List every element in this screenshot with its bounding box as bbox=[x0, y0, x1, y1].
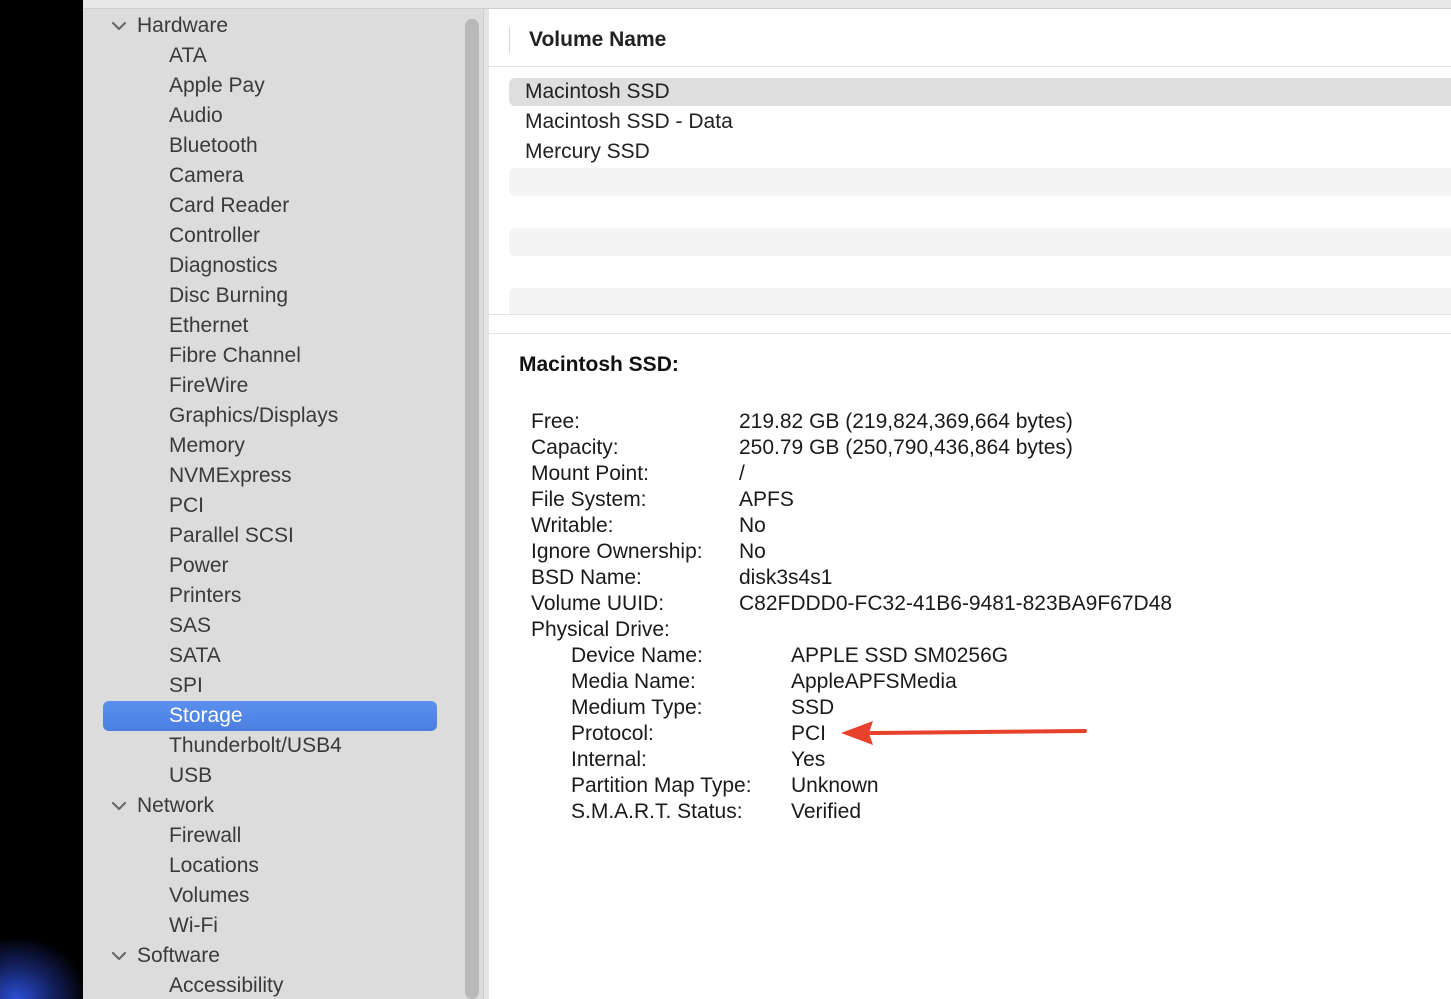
volume-row[interactable]: Mercury SSD bbox=[509, 138, 1451, 166]
sidebar-item-audio[interactable]: Audio bbox=[83, 101, 463, 131]
drive-value-device-name: APPLE SSD SM0256G bbox=[791, 644, 1009, 667]
arrow-left-icon bbox=[841, 721, 1087, 745]
sidebar-item-camera[interactable]: Camera bbox=[83, 161, 463, 191]
drive-value-partition-map-type: Unknown bbox=[791, 774, 879, 797]
sidebar-group-label: Network bbox=[137, 794, 215, 817]
field-value-mount-point: / bbox=[739, 462, 745, 485]
drive-label-device-name: Device Name: bbox=[571, 644, 703, 667]
drive-label-smart-status: S.M.A.R.T. Status: bbox=[571, 800, 743, 823]
field-label-ignore-ownership: Ignore Ownership: bbox=[531, 540, 703, 563]
sidebar-item-printers[interactable]: Printers bbox=[83, 581, 463, 611]
detail-title: Macintosh SSD: bbox=[519, 353, 679, 376]
sidebar-item-graphics-displays[interactable]: Graphics/Displays bbox=[83, 401, 463, 431]
field-label-mount-point: Mount Point: bbox=[531, 462, 649, 485]
window-top-edge bbox=[83, 0, 1451, 9]
sidebar-item-parallel-scsi[interactable]: Parallel SCSI bbox=[83, 521, 463, 551]
field-label-bsd-name: BSD Name: bbox=[531, 566, 642, 589]
sidebar-item-power[interactable]: Power bbox=[83, 551, 463, 581]
volume-list-header[interactable]: Volume Name bbox=[489, 9, 1451, 67]
chevron-down-icon[interactable] bbox=[109, 11, 129, 41]
field-label-file-system: File System: bbox=[531, 488, 647, 511]
sidebar-item-spi[interactable]: SPI bbox=[83, 671, 463, 701]
sidebar-item-sata[interactable]: SATA bbox=[83, 641, 463, 671]
drive-label-medium-type: Medium Type: bbox=[571, 696, 703, 719]
drive-value-medium-type: SSD bbox=[791, 696, 835, 719]
field-value-volume-uuid: C82FDDD0-FC32-41B6-9481-823BA9F67D48 bbox=[739, 592, 1173, 615]
sidebar-item-bluetooth[interactable]: Bluetooth bbox=[83, 131, 463, 161]
sidebar-group-label: Hardware bbox=[137, 14, 229, 37]
drive-label-media-name: Media Name: bbox=[571, 670, 696, 693]
drive-value-protocol: PCI bbox=[791, 722, 827, 745]
sidebar-item-sas[interactable]: SAS bbox=[83, 611, 463, 641]
column-separator bbox=[509, 27, 510, 53]
field-value-capacity: 250.79 GB (250,790,436,864 bytes) bbox=[739, 436, 1073, 459]
sidebar-group-label: Software bbox=[137, 944, 220, 967]
sidebar-item-locations[interactable]: Locations bbox=[83, 851, 463, 881]
drive-label-protocol: Protocol: bbox=[571, 722, 654, 745]
field-label-volume-uuid: Volume UUID: bbox=[531, 592, 665, 615]
sidebar: Hardware ATA Apple Pay Audio Bluetooth C… bbox=[83, 9, 483, 999]
sidebar-item-wi-fi[interactable]: Wi-Fi bbox=[83, 911, 463, 941]
chevron-down-icon[interactable] bbox=[109, 791, 129, 821]
main-pane: Volume Name Macintosh SSD Macintosh SSD … bbox=[489, 9, 1451, 999]
sidebar-item-ethernet[interactable]: Ethernet bbox=[83, 311, 463, 341]
sidebar-item-card-reader[interactable]: Card Reader bbox=[83, 191, 463, 221]
field-label-free: Free: bbox=[531, 410, 581, 433]
drive-label-internal: Internal: bbox=[571, 748, 647, 771]
sidebar-item-memory[interactable]: Memory bbox=[83, 431, 463, 461]
sidebar-item-accessibility[interactable]: Accessibility bbox=[83, 971, 463, 999]
volume-row[interactable]: Macintosh SSD - Data bbox=[509, 108, 1451, 136]
sidebar-scrollbar[interactable] bbox=[465, 19, 479, 999]
sidebar-item-thunderbolt-usb4[interactable]: Thunderbolt/USB4 bbox=[83, 731, 463, 761]
sidebar-item-nvmexpress[interactable]: NVMExpress bbox=[83, 461, 463, 491]
chevron-down-icon[interactable] bbox=[109, 941, 129, 971]
drive-value-media-name: AppleAPFSMedia bbox=[791, 670, 957, 693]
sidebar-item-storage[interactable]: Storage bbox=[83, 701, 463, 731]
sidebar-group-software[interactable]: Software bbox=[83, 941, 463, 971]
sidebar-group-network[interactable]: Network bbox=[83, 791, 463, 821]
sidebar-item-usb[interactable]: USB bbox=[83, 761, 463, 791]
sidebar-item-fibre-channel[interactable]: Fibre Channel bbox=[83, 341, 463, 371]
column-header-volume-name[interactable]: Volume Name bbox=[529, 9, 666, 71]
sidebar-group-hardware[interactable]: Hardware bbox=[83, 11, 463, 41]
field-value-writable: No bbox=[739, 514, 766, 537]
field-value-file-system: APFS bbox=[739, 488, 794, 511]
field-value-ignore-ownership: No bbox=[739, 540, 766, 563]
pane-split-divider[interactable] bbox=[489, 314, 1451, 334]
field-value-bsd-name: disk3s4s1 bbox=[739, 566, 833, 589]
sidebar-item-firewire[interactable]: FireWire bbox=[83, 371, 463, 401]
sidebar-item-ata[interactable]: ATA bbox=[83, 41, 463, 71]
sidebar-item-diagnostics[interactable]: Diagnostics bbox=[83, 251, 463, 281]
empty-row bbox=[509, 168, 1451, 196]
drive-label-partition-map-type: Partition Map Type: bbox=[571, 774, 752, 797]
empty-row bbox=[509, 228, 1451, 256]
sidebar-item-controller[interactable]: Controller bbox=[83, 221, 463, 251]
field-label-writable: Writable: bbox=[531, 514, 614, 537]
drive-value-smart-status: Verified bbox=[791, 800, 862, 823]
volume-row[interactable]: Macintosh SSD bbox=[509, 78, 1451, 106]
field-label-physical-drive: Physical Drive: bbox=[531, 618, 670, 641]
sidebar-item-apple-pay[interactable]: Apple Pay bbox=[83, 71, 463, 101]
empty-row bbox=[509, 288, 1451, 316]
field-value-free: 219.82 GB (219,824,369,664 bytes) bbox=[739, 410, 1073, 433]
sidebar-item-volumes[interactable]: Volumes bbox=[83, 881, 463, 911]
drive-value-internal: Yes bbox=[791, 748, 826, 771]
sidebar-item-pci[interactable]: PCI bbox=[83, 491, 463, 521]
desktop-background bbox=[0, 940, 83, 999]
sidebar-item-disc-burning[interactable]: Disc Burning bbox=[83, 281, 463, 311]
sidebar-item-firewall[interactable]: Firewall bbox=[83, 821, 463, 851]
field-label-capacity: Capacity: bbox=[531, 436, 619, 459]
